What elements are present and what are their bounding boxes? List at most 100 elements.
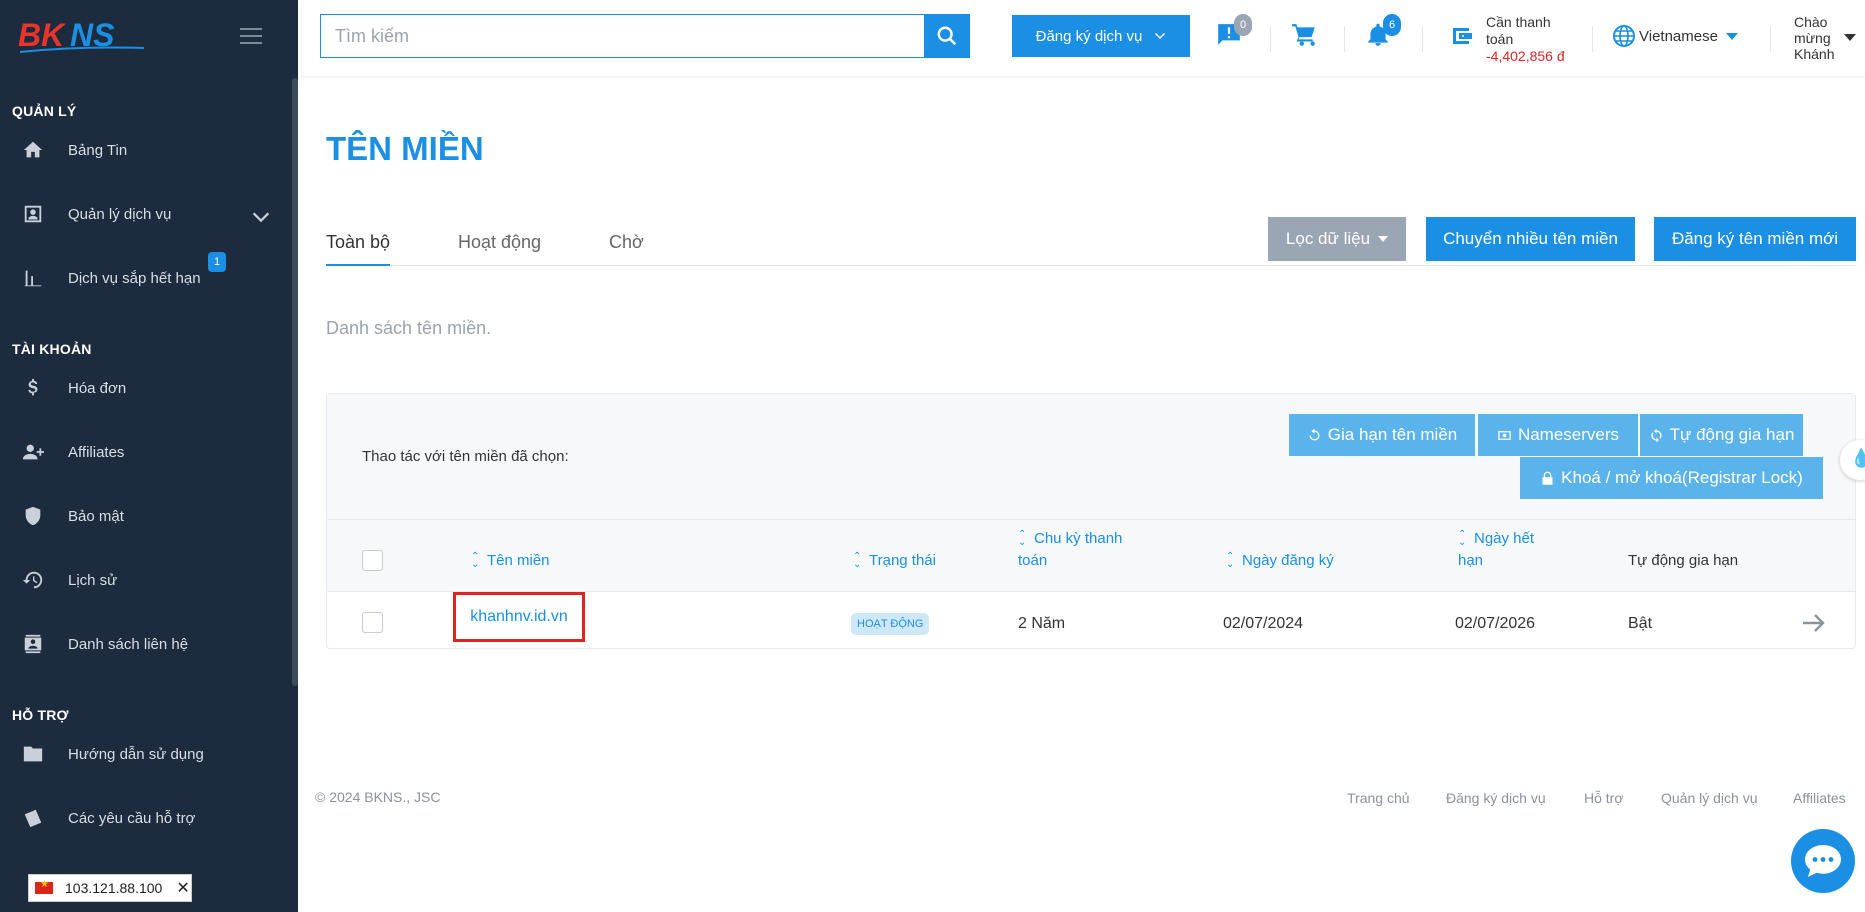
cell-auto-renew: Bật <box>1628 615 1653 632</box>
chevron-down-icon <box>1155 32 1166 40</box>
vietnam-flag-icon <box>35 879 53 894</box>
wallet-label: toán <box>1486 31 1514 47</box>
sort-icon: ⌃ ⌄ <box>471 551 480 571</box>
water-drop-icon: 💧 <box>1850 448 1865 468</box>
expiring-count-badge: 1 <box>208 252 226 272</box>
footer-link-support[interactable]: Hỗ trợ <box>1584 790 1624 806</box>
sidebar-item-services[interactable]: Quản lý dịch vụ <box>0 192 292 236</box>
topbar-divider <box>1422 26 1423 52</box>
nameservers-button[interactable]: Nameservers <box>1478 414 1638 456</box>
sidebar-item-label: Bảo mật <box>68 507 124 525</box>
tab-all[interactable]: Toàn bộ <box>326 232 391 266</box>
refresh-icon <box>1309 428 1320 440</box>
table-header: ⌃ ⌄ Tên miền ⌃ ⌄ Trạng thái ⌃ ⌄ Chu kỳ thanh to… <box>327 520 1855 592</box>
caret-down-icon[interactable] <box>1844 32 1856 42</box>
folder-icon <box>20 741 46 767</box>
ip-indicator: 103.121.88.100 ✕ <box>28 874 192 902</box>
sidebar-item-label: Hóa đơn <box>68 379 127 397</box>
sidebar-item-history[interactable]: Lịch sử <box>0 558 292 602</box>
topbar: Đăng ký dịch vụ 0 6 Cần thanh toán -4,40… <box>298 0 1865 76</box>
user-menu[interactable]: Chào mừng Khánh <box>1794 14 1834 62</box>
tab-active[interactable]: Hoạt động <box>458 232 541 266</box>
chat-button[interactable] <box>1791 829 1855 893</box>
cart-button[interactable] <box>1291 22 1321 52</box>
sidebar-item-invoices[interactable]: Hóa đơn <box>0 366 292 410</box>
wallet-text: Cần thanh toán -4,402,856 đ <box>1486 14 1565 65</box>
search-input[interactable] <box>321 15 924 57</box>
sidebar-item-expiring[interactable]: Dịch vụ sắp hết hạn 1 <box>0 252 292 300</box>
wallet-icon <box>1453 28 1472 44</box>
search-bar <box>320 14 970 58</box>
sidebar-item-label: Các yêu cầu hỗ trợ <box>68 809 196 827</box>
wallet-balance[interactable]: Cần thanh toán -4,402,856 đ <box>1450 14 1565 65</box>
arrow-right-icon[interactable] <box>1801 612 1827 634</box>
sidebar-item-tickets[interactable]: Các yêu cầu hỗ trợ <box>0 796 292 840</box>
notifications-count-badge: 6 <box>1383 14 1401 36</box>
search-button[interactable] <box>924 15 969 57</box>
bar-chart-icon <box>20 265 46 291</box>
sort-icon: ⌃ ⌄ <box>1226 551 1235 571</box>
sidebar-item-dashboard[interactable]: Bảng Tin <box>0 128 292 172</box>
sidebar-scrollbar[interactable] <box>292 78 298 686</box>
column-domain-label: Tên miền <box>487 552 550 569</box>
wallet-label: Cần thanh <box>1486 14 1551 30</box>
transfer-domains-button[interactable]: Chuyển nhiều tên miền <box>1426 217 1635 261</box>
renew-domain-button[interactable]: Gia hạn tên miền <box>1289 414 1475 456</box>
register-domain-button[interactable]: Đăng ký tên miền mới <box>1654 217 1856 261</box>
messages-count-badge: 0 <box>1234 14 1252 36</box>
filter-label: Lọc dữ liệu <box>1285 229 1371 248</box>
column-domain[interactable]: ⌃ ⌄ Tên miền <box>471 550 550 572</box>
sidebar-item-label: Affiliates <box>68 443 125 461</box>
language-selector[interactable]: Vietnamese <box>1612 24 1738 48</box>
footer-link-services[interactable]: Quản lý dịch vụ <box>1661 790 1758 806</box>
column-billing-cycle-label: Chu kỳ thanh <box>1034 530 1123 547</box>
select-all-checkbox[interactable] <box>362 550 383 571</box>
sort-icon: ⌃ ⌄ <box>853 551 862 571</box>
sort-icon: ⌃ ⌄ <box>1458 529 1467 549</box>
history-icon <box>20 567 46 593</box>
sidebar-item-security[interactable]: Bảo mật <box>0 494 292 538</box>
column-billing-cycle[interactable]: ⌃ ⌄ Chu kỳ thanh toán <box>1018 528 1122 572</box>
shield-icon <box>20 503 46 529</box>
notifications-button[interactable]: 6 <box>1365 14 1401 52</box>
tab-pending[interactable]: Chờ <box>609 232 644 266</box>
sidebar-item-label: Dịch vụ sắp hết hạn <box>68 269 201 287</box>
footer-link-home[interactable]: Trang chủ <box>1347 790 1410 806</box>
sidebar-section-manage: QUẢN LÝ <box>12 103 77 119</box>
sidebar-item-label: Quản lý dịch vụ <box>68 205 172 223</box>
domain-table-panel: Thao tác với tên miền đã chọn: Gia hạn t… <box>326 393 1856 649</box>
ip-address: 103.121.88.100 <box>65 880 163 896</box>
menu-toggle-icon[interactable] <box>240 28 262 44</box>
registrar-lock-button[interactable]: Khoá / mở khoá(Registrar Lock) <box>1520 457 1823 499</box>
column-status[interactable]: ⌃ ⌄ Trạng thái <box>853 550 936 572</box>
column-exp-date[interactable]: ⌃ ⌄ Ngày hết hạn <box>1458 528 1534 572</box>
sidebar-item-contacts[interactable]: Danh sách liên hệ <box>0 622 292 666</box>
welcome-text: mừng <box>1794 30 1831 46</box>
caret-down-icon <box>1378 236 1389 242</box>
cell-reg-date: 02/07/2024 <box>1223 615 1304 632</box>
column-reg-date[interactable]: ⌃ ⌄ Ngày đăng ký <box>1226 550 1334 572</box>
close-icon[interactable]: ✕ <box>176 878 189 898</box>
sidebar-item-guide[interactable]: Hướng dẫn sử dụng <box>0 732 292 776</box>
bulk-actions-bar: Thao tác với tên miền đã chọn: Gia hạn t… <box>327 394 1855 520</box>
cell-exp-date: 02/07/2026 <box>1455 615 1536 632</box>
sync-icon <box>1651 428 1662 442</box>
row-checkbox[interactable] <box>362 612 383 633</box>
bkns-logo[interactable]: BK NS <box>18 16 148 56</box>
registrar-lock-label: Khoá / mở khoá(Registrar Lock) <box>1561 468 1803 487</box>
column-status-label: Trạng thái <box>869 552 936 569</box>
filter-button[interactable]: Lọc dữ liệu <box>1268 217 1406 261</box>
footer-link-affiliates[interactable]: Affiliates <box>1793 790 1846 806</box>
domain-link[interactable]: khanhnv.id.vn <box>470 608 568 626</box>
register-service-button[interactable]: Đăng ký dịch vụ <box>1012 15 1190 57</box>
auto-renew-label: Tự động gia hạn <box>1669 425 1795 444</box>
auto-renew-button[interactable]: Tự động gia hạn <box>1640 414 1803 456</box>
register-service-label: Đăng ký dịch vụ <box>1035 27 1143 45</box>
caret-down-icon <box>1725 33 1738 40</box>
page-title: TÊN MIỀN <box>326 130 484 167</box>
messages-button[interactable]: 0 <box>1216 14 1252 52</box>
sidebar-section-support: HỖ TRỢ <box>12 707 69 723</box>
footer-link-register[interactable]: Đăng ký dịch vụ <box>1446 790 1546 806</box>
sidebar-item-affiliates[interactable]: Affiliates <box>0 430 292 474</box>
search-icon <box>937 26 956 46</box>
